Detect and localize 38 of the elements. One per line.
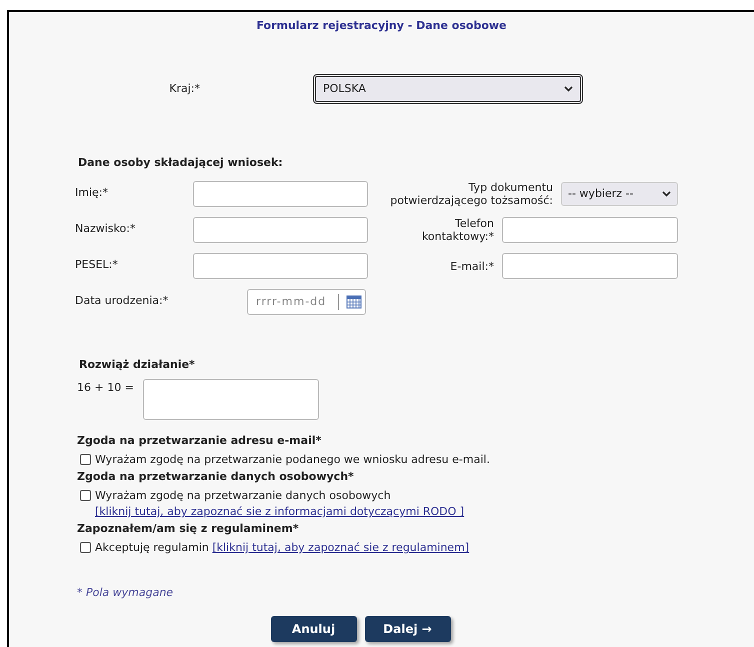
field-label: Imię:* <box>75 185 109 201</box>
checkbox[interactable] <box>80 542 91 553</box>
text-input[interactable] <box>193 217 368 243</box>
text-input[interactable] <box>502 217 678 243</box>
field-label: PESEL:* <box>75 257 119 273</box>
answer-box[interactable] <box>142 379 319 420</box>
text-input[interactable] <box>502 253 678 279</box>
field-label: Typ dokumentu potwierdzającego tożsamość: <box>389 181 553 207</box>
section-heading: Dane osoby składającej wniosek: <box>78 155 284 171</box>
field-label: Data urodzenia:* <box>75 293 170 309</box>
chevron-icon <box>662 191 671 197</box>
field-label: Kraj:* <box>168 80 200 97</box>
required-note: * Pola wymagane <box>77 585 174 601</box>
document-type-select[interactable]: -- wybierz -- <box>561 182 678 206</box>
checkbox[interactable] <box>80 490 91 501</box>
link[interactable]: [kliknij tutaj, aby zapoznać sie z informacjami dotyczącymi RODO ] <box>95 505 464 518</box>
field-label: Telefon kontaktowy:* <box>420 217 494 243</box>
text-input[interactable] <box>193 253 368 279</box>
calendar-icon[interactable] <box>346 295 362 309</box>
consent-heading: Zapoznałem/am się z regulaminem* <box>77 521 300 537</box>
link[interactable]: [kliknij tutaj, aby zapoznać sie z regulaminem] <box>212 541 470 554</box>
country-select[interactable]: POLSKA <box>313 74 583 104</box>
next-button[interactable]: Dalej → <box>364 616 450 642</box>
text-input[interactable] <box>193 181 368 207</box>
math-question: 16 + 10 = <box>77 380 134 396</box>
field-label: E-mail:* <box>449 260 494 272</box>
consent-heading: Zgoda na przetwarzanie adresu e-mail* <box>77 433 322 449</box>
date-input[interactable]: rrrr-mm-dd <box>247 289 366 315</box>
consent-text: Wyrażam zgodę na przetwarzanie danych osobowych [kliknij tutaj, aby zapoznać sie z informacjami dotyczącymi RODO ] <box>95 488 466 520</box>
cancel-button[interactable]: Anuluj <box>270 616 356 642</box>
checkbox[interactable] <box>80 454 91 465</box>
field-label: Nazwisko:* <box>75 221 136 237</box>
chevron-icon <box>564 86 573 92</box>
form-title: Formularz rejestracyjny - Dane osobowe <box>255 18 508 34</box>
consent-text: Wyrażam zgodę na przetwarzanie podanego we wniosku adresu e-mail. <box>95 452 490 468</box>
consent-heading: Zgoda na przetwarzanie danych osobowych* <box>77 469 355 485</box>
section-heading: Rozwiąż działanie* <box>79 357 196 373</box>
consent-text: Akceptuję regulamin [kliknij tutaj, aby zapoznać sie z regulaminem] <box>95 540 470 556</box>
